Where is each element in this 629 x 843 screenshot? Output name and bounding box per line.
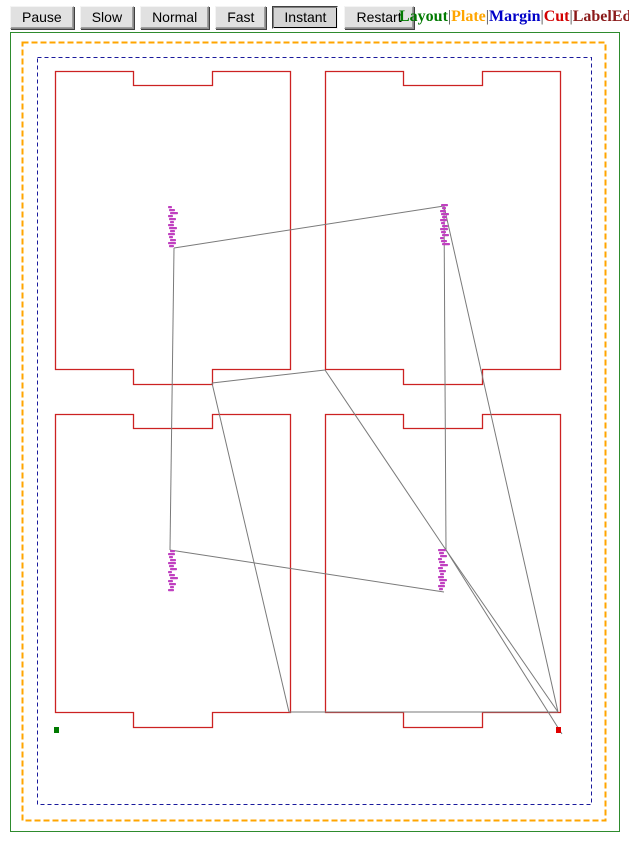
start-marker: [54, 727, 59, 733]
engrave-glyph: [169, 209, 175, 212]
engrave-glyph: [169, 574, 175, 577]
engrave-glyph: [440, 237, 444, 240]
engrave-glyph: [440, 219, 447, 222]
engrave-glyph: [168, 553, 175, 556]
travel-line: [445, 549, 563, 735]
travel-line: [169, 247, 175, 551]
engrave-glyph: [169, 583, 176, 586]
engrave-glyph: [169, 227, 177, 230]
engrave-glyph: [168, 224, 174, 227]
engrave-glyph: [168, 580, 173, 583]
engrave-glyph: [170, 221, 174, 224]
engrave-glyph: [168, 571, 172, 574]
engrave-glyph: [439, 561, 445, 564]
engrave-glyph: [168, 215, 173, 218]
engrave-glyph: [440, 555, 447, 558]
engrave-glyph: [440, 228, 448, 231]
engrave-text-3: [168, 550, 178, 592]
engrave-glyph: [170, 568, 177, 571]
engrave-glyph: [438, 585, 445, 588]
end-marker: [556, 727, 561, 733]
engrave-glyph: [169, 218, 176, 221]
travel-line: [443, 205, 559, 713]
engrave-glyph: [169, 236, 173, 239]
engrave-glyph: [438, 558, 442, 561]
engrave-glyph: [442, 234, 449, 237]
preview-stage: [0, 0, 629, 843]
engrave-glyph: [168, 589, 174, 592]
engrave-glyph: [170, 239, 176, 242]
engrave-marks: [168, 204, 450, 592]
engrave-glyph: [440, 582, 445, 585]
engrave-glyph: [440, 564, 448, 567]
margin-boundary: [37, 57, 592, 805]
engrave-glyph: [170, 586, 174, 589]
engrave-glyph: [440, 210, 446, 213]
engrave-glyph: [170, 230, 175, 233]
engrave-text-1: [168, 206, 178, 248]
travel-line: [445, 549, 559, 713]
engrave-glyph: [169, 556, 173, 559]
engrave-glyph: [438, 576, 444, 579]
travel-line: [211, 369, 326, 384]
engrave-glyph: [438, 567, 443, 570]
engrave-glyph: [168, 206, 172, 209]
cut-path-label-3: [54, 413, 292, 729]
engrave-glyph: [441, 240, 447, 243]
engrave-glyph: [169, 245, 174, 248]
engrave-glyph: [442, 225, 448, 228]
travel-line: [324, 369, 447, 551]
engrave-glyph: [442, 207, 446, 210]
travel-line: [443, 205, 447, 551]
engrave-glyph: [170, 559, 176, 562]
engrave-glyph: [170, 550, 175, 553]
engrave-glyph: [439, 579, 447, 582]
engrave-glyph: [441, 222, 445, 225]
engrave-glyph: [439, 588, 443, 591]
engrave-glyph: [438, 549, 446, 552]
engrave-text-4: [438, 549, 448, 591]
engrave-glyph: [439, 570, 446, 573]
plate-boundary: [21, 41, 607, 822]
engrave-glyph: [169, 565, 174, 568]
travel-paths: [169, 205, 563, 735]
engrave-glyph: [441, 213, 449, 216]
engrave-glyph: [442, 216, 447, 219]
cut-paths: [54, 70, 562, 729]
cut-preview-canvas[interactable]: [0, 0, 629, 843]
engrave-glyph: [440, 573, 444, 576]
travel-line: [211, 382, 290, 713]
engrave-glyph: [439, 552, 444, 555]
engrave-glyph: [168, 242, 176, 245]
engrave-glyph: [170, 577, 178, 580]
travel-line: [173, 205, 445, 249]
engrave-glyph: [441, 204, 448, 207]
engrave-glyph: [442, 243, 450, 246]
engrave-glyph: [441, 231, 446, 234]
engrave-glyph: [168, 233, 175, 236]
engrave-glyph: [170, 212, 178, 215]
engrave-glyph: [168, 562, 176, 565]
travel-line: [169, 549, 445, 593]
